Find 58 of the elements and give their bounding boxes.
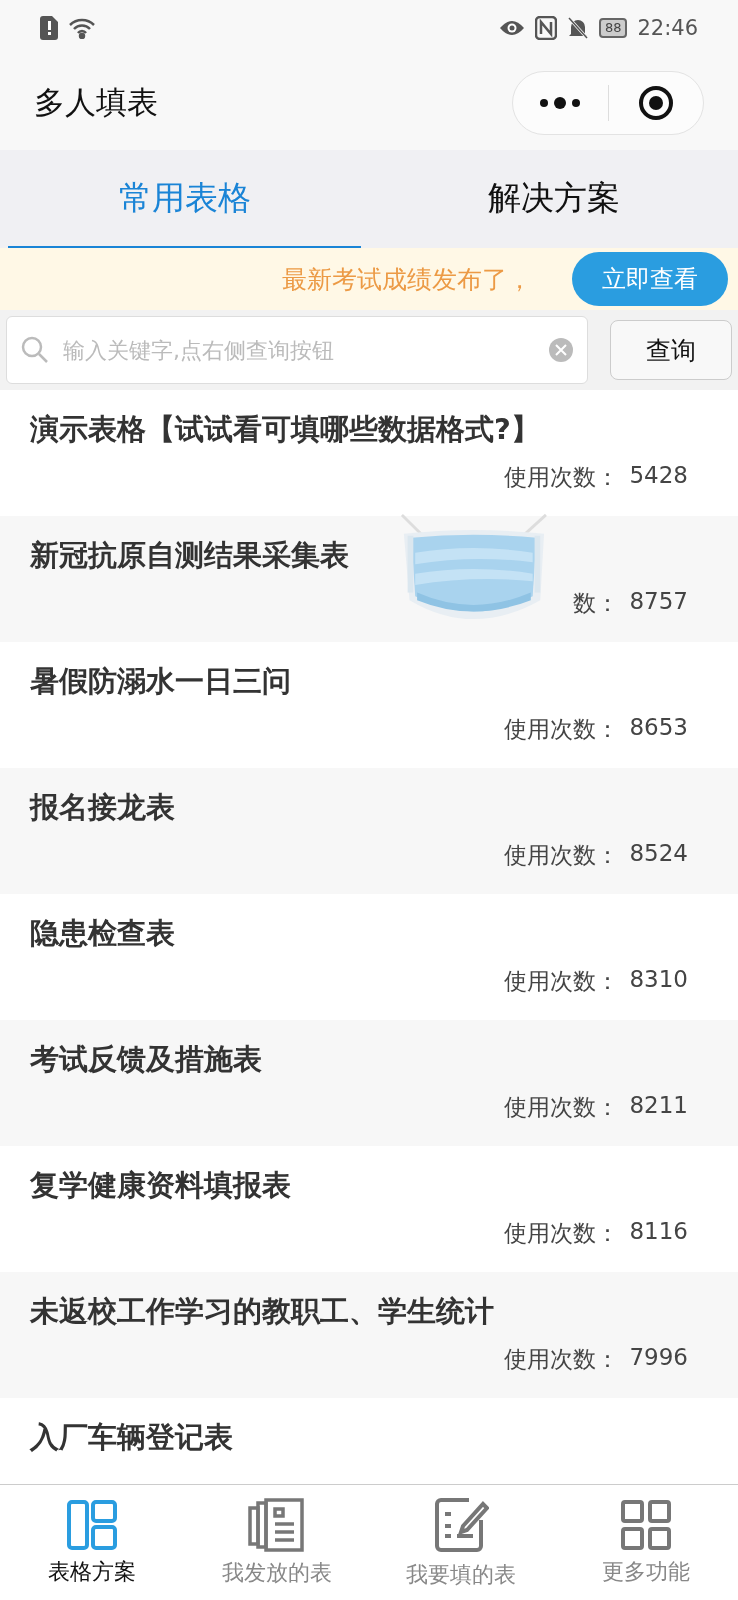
usage-count: 8524 xyxy=(629,840,688,868)
form-list-item[interactable]: 考试反馈及措施表 使用次数： 8211 xyxy=(0,1020,738,1146)
form-list-item[interactable]: 暑假防溺水一日三问 使用次数： 8653 xyxy=(0,642,738,768)
usage-count: 8116 xyxy=(629,1218,688,1246)
layout-icon xyxy=(66,1498,119,1551)
form-title: 隐患检查表 xyxy=(30,915,175,952)
clock-time: 22:46 xyxy=(637,15,698,40)
app-title: 多人填表 xyxy=(34,82,158,122)
nav-tab[interactable]: 我要填的表 xyxy=(369,1485,554,1600)
form-title: 未返校工作学习的教职工、学生统计 xyxy=(30,1293,494,1330)
form-list-item[interactable]: 未返校工作学习的教职工、学生统计 使用次数： 7996 xyxy=(0,1272,738,1398)
more-icon[interactable] xyxy=(538,96,583,109)
form-title: 复学健康资料填报表 xyxy=(30,1167,291,1204)
usage-label: 使用次数： xyxy=(504,463,620,492)
nav-tab[interactable]: 更多功能 xyxy=(553,1485,738,1600)
eye-icon xyxy=(498,18,525,37)
usage-label: 使用次数： xyxy=(504,1093,620,1122)
search-input[interactable]: 输入关键字,点右侧查询按钮 xyxy=(61,336,537,364)
usage-label: 使用次数： xyxy=(504,1345,620,1374)
usage-count: 7996 xyxy=(629,1344,688,1372)
muted-bell-icon xyxy=(566,15,589,40)
usage-count: 8757 xyxy=(629,588,688,616)
usage-count: 5428 xyxy=(629,462,688,490)
battery-level: 88 xyxy=(598,17,628,38)
usage-label: 数： xyxy=(573,589,620,618)
form-list-item[interactable]: 隐患检查表 使用次数： 8310 xyxy=(0,894,738,1020)
tab[interactable]: 解决方案 xyxy=(377,150,730,248)
search-icon xyxy=(21,336,49,364)
close-target-icon[interactable] xyxy=(636,83,675,122)
form-title: 暑假防溺水一日三问 xyxy=(30,663,291,700)
search-field[interactable]: 输入关键字,点右侧查询按钮 xyxy=(6,316,588,384)
usage-label: 使用次数： xyxy=(504,841,620,870)
usage-count: 8211 xyxy=(629,1092,688,1120)
usage-count: 8310 xyxy=(629,966,688,994)
document-icon xyxy=(247,1497,306,1552)
form-title: 考试反馈及措施表 xyxy=(30,1041,262,1078)
search-button[interactable]: 查询 xyxy=(610,320,732,380)
nfc-icon xyxy=(534,15,557,40)
form-list-item[interactable]: 新冠抗原自测结果采集表 数： 8757 xyxy=(0,516,738,642)
form-list-item[interactable]: 演示表格【试试看可填哪些数据格式?】 使用次数： 5428 xyxy=(0,390,738,516)
form-title: 新冠抗原自测结果采集表 xyxy=(30,537,349,574)
nav-tab[interactable]: 表格方案 xyxy=(0,1485,185,1600)
sim-alert-icon xyxy=(40,15,58,40)
usage-label: 使用次数： xyxy=(504,967,620,996)
usage-label: 使用次数： xyxy=(504,1219,620,1248)
form-title: 报名接龙表 xyxy=(30,789,175,826)
form-title: 入厂车辆登记表 xyxy=(30,1419,233,1456)
notice-text: 最新考试成绩发布了， xyxy=(282,263,532,296)
wifi-icon xyxy=(68,16,96,39)
form-list-item[interactable]: 复学健康资料填报表 使用次数： 8116 xyxy=(0,1146,738,1272)
form-list-item[interactable]: 入厂车辆登记表 xyxy=(0,1398,738,1482)
usage-label: 使用次数： xyxy=(504,715,620,744)
grid-icon xyxy=(619,1498,672,1551)
nav-tab[interactable]: 我发放的表 xyxy=(184,1485,369,1600)
form-title: 演示表格【试试看可填哪些数据格式?】 xyxy=(30,411,540,448)
form-list-item[interactable]: 报名接龙表 使用次数： 8524 xyxy=(0,768,738,894)
usage-count: 8653 xyxy=(629,714,688,742)
edit-form-icon xyxy=(433,1495,490,1554)
